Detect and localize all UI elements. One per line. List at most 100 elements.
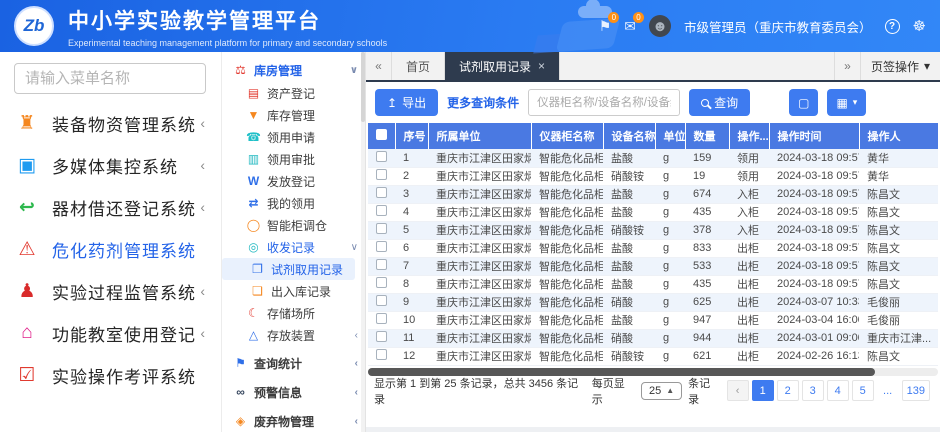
sidebar-item[interactable]: 多媒体集控系统 ‹ [0,144,221,186]
mail-icon[interactable]: ✉0 [624,18,636,35]
cell-unit: 重庆市江津区田家炳中... [428,257,531,275]
submenu-item[interactable]: 库房管理 ∨ [222,58,365,82]
cell-cabinet: 智能危化品柜02 [531,329,603,347]
submenu-item[interactable]: 出入库记录 [222,280,365,302]
cell-cabinet: 智能危化品柜01 [531,347,603,365]
page-button[interactable]: 4 [827,380,849,401]
submenu-item[interactable]: 发放登记 [222,170,365,192]
submenu-item[interactable]: 领用审批 [222,148,365,170]
tab-operations-dropdown[interactable]: 页签操作 ▾ [860,52,940,80]
row-checkbox[interactable] [376,187,387,198]
table-header-row: 序号所属单位仪器柜名称设备名称单位数量操作...操作时间操作人 [368,123,938,149]
sidebar-item[interactable]: 危化药剂管理系统 [0,228,221,270]
submenu-item[interactable]: 预警信息 ‹ [222,380,365,404]
tab-home[interactable]: 首页 [392,52,445,80]
cell-quantity: 19 [685,167,729,185]
sidebar-item[interactable]: 实验过程监管系统 ‹ [0,270,221,312]
sidebar-item[interactable]: 实验操作考评系统 [0,354,221,396]
submenu-scrollbar[interactable] [361,52,365,432]
search-input[interactable] [528,89,680,116]
submenu-item[interactable]: 废弃物管理 ‹ [222,409,365,432]
cell-quantity: 435 [685,203,729,221]
horizontal-scrollbar[interactable] [368,368,938,376]
submenu-item[interactable]: 存放装置 ‹ [222,324,365,346]
select-all-checkbox[interactable] [376,129,387,140]
row-checkbox[interactable] [376,349,387,360]
row-checkbox[interactable] [376,331,387,342]
tabbar-spacer [560,52,834,80]
cell-device: 硝酸 [603,329,655,347]
column-settings-button[interactable]: ▦ ▾ [827,89,866,116]
tab-reagent-records[interactable]: 试剂取用记录 × [445,52,560,80]
scrollbar-thumb[interactable] [361,52,365,122]
search-button[interactable]: 查询 [689,89,750,116]
cell-time: 2024-02-26 16:13 [769,347,859,365]
submenu-item[interactable]: 资产登记 [222,82,365,104]
table-row[interactable]: 7 重庆市江津区田家炳中... 智能危化品柜01 盐酸 g 533 出柜 202… [368,257,938,275]
page-button[interactable]: 5 [852,380,874,401]
row-checkbox[interactable] [376,259,387,270]
row-checkbox[interactable] [376,169,387,180]
cell-index: 10 [395,311,428,329]
card-view-button[interactable]: ▢ [789,89,818,116]
table-row[interactable]: 9 重庆市江津区田家炳中... 智能危化品柜02 硝酸 g 625 出柜 202… [368,293,938,311]
more-filters-link[interactable]: 更多查询条件 [447,94,519,111]
page-button[interactable]: 2 [777,380,799,401]
row-checkbox[interactable] [376,151,387,162]
table-row[interactable]: 4 重庆市江津区田家炳中... 智能危化品柜01 盐酸 g 435 入柜 202… [368,203,938,221]
submenu-item[interactable]: 存储场所 [222,302,365,324]
sidebar-item[interactable]: 装备物资管理系统 ‹ [0,102,221,144]
page-button[interactable]: ... [877,380,899,401]
row-checkbox[interactable] [376,277,387,288]
gear-icon[interactable]: ☸ [913,17,926,35]
submenu-item[interactable]: 收发记录 ∨ [222,236,365,258]
submenu-item[interactable]: 试剂取用记录 [222,258,355,280]
cell-cabinet: 智能危化品柜01 [531,257,603,275]
page-button[interactable]: ‹ [727,380,749,401]
table-row[interactable]: 12 重庆市江津区田家炳中... 智能危化品柜01 硝酸铵 g 621 出柜 2… [368,347,938,365]
table-row[interactable]: 1 重庆市江津区田家炳中... 智能危化品柜01 盐酸 g 159 领用 202… [368,149,938,167]
page-button[interactable]: 139 [902,380,930,401]
table-row[interactable]: 6 重庆市江津区田家炳中... 智能危化品柜01 盐酸 g 833 出柜 202… [368,239,938,257]
flag-notification-icon[interactable]: ⚑0 [599,18,612,35]
submenu-item[interactable]: 我的领用 [222,192,365,214]
table-body: 1 重庆市江津区田家炳中... 智能危化品柜01 盐酸 g 159 领用 202… [368,149,938,365]
submenu-item[interactable]: 领用申请 [222,126,365,148]
export-label: 导出 [402,94,426,111]
tabs-scroll-right-button[interactable]: » [834,52,860,80]
table-row[interactable]: 8 重庆市江津区田家炳中... 智能危化品柜01 盐酸 g 435 出柜 202… [368,275,938,293]
sidebar-item[interactable]: 器材借还登记系统 ‹ [0,186,221,228]
page-button[interactable]: 3 [802,380,824,401]
help-icon[interactable]: ? [885,19,900,34]
table-row[interactable]: 3 重庆市江津区田家炳中... 智能危化品柜01 盐酸 g 674 入柜 202… [368,185,938,203]
scrollbar-thumb[interactable] [368,368,875,376]
tabs-scroll-left-button[interactable]: « [366,52,392,80]
table-row[interactable]: 11 重庆市江津区田家炳中... 智能危化品柜02 硝酸 g 944 出柜 20… [368,329,938,347]
row-checkbox[interactable] [376,313,387,324]
record-icon [245,240,262,254]
menu-search-input[interactable] [14,63,206,94]
submenu-item[interactable]: 智能柜调仓 [222,214,365,236]
cell-device: 盐酸 [603,257,655,275]
row-checkbox[interactable] [376,205,387,216]
chevron-icon: ∨ [351,242,358,253]
chevron-left-icon: ‹ [200,199,205,215]
table-row[interactable]: 5 重庆市江津区田家炳中... 智能危化品柜01 硝酸铵 g 378 入柜 20… [368,221,938,239]
submenu-item-label: 智能柜调仓 [267,217,327,234]
table-row[interactable]: 10 重庆市江津区田家炳中... 智能危化品柜02 盐酸 g 947 出柜 20… [368,311,938,329]
page-button[interactable]: 1 [752,380,774,401]
sidebar-item[interactable]: 功能教室使用登记 ‹ [0,312,221,354]
close-icon[interactable]: × [538,59,545,73]
cell-operation: 出柜 [729,275,769,293]
cell-device: 硝酸铵 [603,221,655,239]
table-row[interactable]: 2 重庆市江津区田家炳中... 智能危化品柜01 硝酸铵 g 19 领用 202… [368,167,938,185]
submenu-item[interactable]: 查询统计 ‹ [222,351,365,375]
submenu-item[interactable]: 库存管理 [222,104,365,126]
user-name[interactable]: 市级管理员（重庆市教育委员会） [684,17,872,36]
per-page-select[interactable]: 25 ▲ [641,382,682,400]
submenu-item-label: 废弃物管理 [254,413,314,430]
row-checkbox[interactable] [376,223,387,234]
export-button[interactable]: ↥ 导出 [375,89,438,116]
row-checkbox[interactable] [376,241,387,252]
row-checkbox[interactable] [376,295,387,306]
